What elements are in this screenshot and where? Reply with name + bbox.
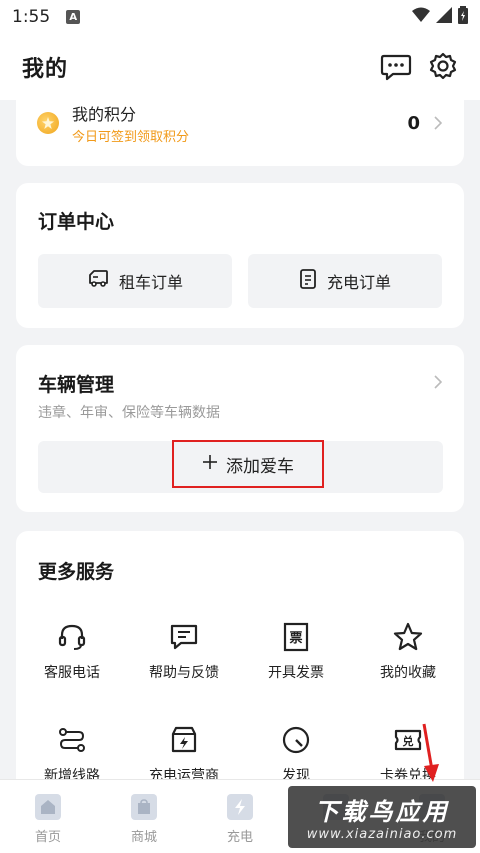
notification-icon: A	[66, 10, 81, 24]
tab-label: 充电	[226, 830, 253, 845]
add-car-button[interactable]: 添加爱车	[172, 440, 324, 488]
points-checkin-hint: 今日可签到领取积分	[72, 130, 190, 145]
service-label: 我的收藏	[380, 665, 436, 681]
battery-icon	[458, 5, 468, 29]
service-charging-operator[interactable]: 充电运营商	[128, 724, 240, 785]
points-title: 我的积分	[72, 105, 137, 124]
compass-icon	[280, 724, 312, 756]
charging-operator-icon	[168, 724, 200, 756]
service-help-feedback[interactable]: 帮助与反馈	[128, 621, 240, 682]
charging-orders-button[interactable]: 充电订单	[248, 254, 442, 308]
points-card[interactable]: 我的积分 今日可签到领取积分 0	[16, 90, 464, 166]
status-time: 1:55	[12, 7, 51, 27]
service-issue-invoice[interactable]: 票 开具发票	[240, 621, 352, 682]
charging-orders-label: 充电订单	[326, 273, 391, 292]
vehicle-management-card[interactable]: 车辆管理 违章、年审、保险等车辆数据 添加爱车	[16, 345, 464, 512]
service-coupon-exchange[interactable]: 兑 卡券兑换	[352, 724, 464, 785]
vehicle-management-subtitle: 违章、年审、保险等车辆数据	[38, 405, 220, 421]
chevron-right-icon	[434, 375, 442, 389]
car-rental-icon	[87, 269, 109, 293]
shopping-bag-icon	[131, 794, 157, 820]
svg-text:票: 票	[289, 630, 302, 646]
wifi-icon	[412, 7, 430, 28]
route-icon	[56, 724, 88, 756]
star-icon	[392, 621, 424, 653]
more-services-title: 更多服务	[38, 561, 115, 583]
service-label: 开具发票	[268, 665, 324, 681]
tab-mall[interactable]: 商城	[96, 780, 192, 853]
order-center-card: 订单中心 租车订单 充电订单	[16, 183, 464, 328]
chevron-right-icon	[434, 116, 442, 130]
home-icon	[35, 794, 61, 820]
service-new-route[interactable]: 新增线路	[16, 724, 128, 785]
message-icon[interactable]	[380, 53, 412, 81]
status-bar: 1:55 A	[0, 0, 480, 34]
more-services-card: 更多服务 客服电话 帮助与反馈 票 开具发票 我的收藏 新增线路 充电运营商 发…	[16, 531, 464, 791]
service-label: 帮助与反馈	[149, 665, 219, 681]
service-discover[interactable]: 发现	[240, 724, 352, 785]
watermark-title: 下载鸟应用	[314, 798, 450, 826]
watermark-url: www.xiazainiao.com	[306, 827, 458, 842]
tab-charging[interactable]: 充电	[192, 780, 288, 853]
rental-orders-button[interactable]: 租车订单	[38, 254, 232, 308]
service-customer-hotline[interactable]: 客服电话	[16, 621, 128, 682]
receipt-icon	[299, 269, 317, 293]
signal-icon	[436, 6, 452, 28]
plus-icon	[202, 454, 218, 475]
add-car-area[interactable]: 添加爱车	[38, 440, 443, 493]
annotation-arrow-icon	[418, 722, 442, 788]
service-label: 客服电话	[44, 665, 100, 681]
points-value: 0	[407, 113, 420, 134]
chat-icon	[168, 621, 200, 653]
order-center-title: 订单中心	[38, 211, 115, 233]
rental-orders-label: 租车订单	[118, 273, 183, 292]
add-car-label: 添加爱车	[226, 456, 294, 477]
tab-home[interactable]: 首页	[0, 780, 96, 853]
service-my-favorites[interactable]: 我的收藏	[352, 621, 464, 682]
watermark-overlay: 下载鸟应用 www.xiazainiao.com	[288, 786, 476, 848]
tab-label: 首页	[34, 830, 61, 845]
settings-gear-icon[interactable]	[428, 52, 458, 82]
page-title: 我的	[22, 57, 69, 82]
svg-text:兑: 兑	[403, 734, 414, 748]
tab-label: 商城	[130, 830, 157, 845]
points-coin-icon	[37, 112, 59, 134]
vehicle-management-title: 车辆管理	[38, 374, 115, 396]
headset-icon	[56, 621, 88, 653]
lightning-icon	[227, 794, 253, 820]
invoice-icon: 票	[280, 621, 312, 653]
services-grid: 客服电话 帮助与反馈 票 开具发票 我的收藏 新增线路 充电运营商 发现 兑 卡…	[16, 621, 464, 785]
